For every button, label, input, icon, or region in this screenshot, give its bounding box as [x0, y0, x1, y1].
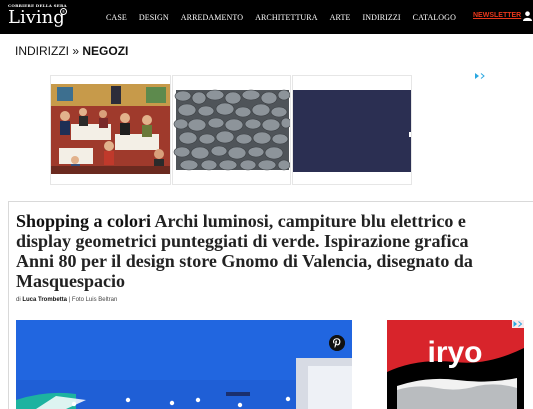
iryo-logo-text: iryo: [427, 336, 482, 369]
side-ad-iryo[interactable]: iryo: [387, 320, 524, 409]
breadcrumb-current: NEGOZI: [82, 44, 129, 58]
hero-photo[interactable]: [16, 320, 352, 409]
breadcrumb-parent-link[interactable]: INDIRIZZI: [15, 44, 69, 58]
nav-item-arte[interactable]: ARTE: [330, 13, 351, 22]
breadcrumb-separator: »: [72, 44, 80, 58]
author-link[interactable]: Luca Trombetta: [22, 297, 67, 303]
living-logo[interactable]: CORRIERE DELLA SERA Living ®: [8, 2, 70, 32]
nav-item-architettura[interactable]: ARCHITETTURA: [255, 13, 318, 22]
pebbles-photo-image: [173, 76, 290, 184]
nav-item-arredamento[interactable]: ARREDAMENTO: [181, 13, 243, 22]
side-adchoices-icon[interactable]: [512, 320, 524, 328]
adchoices-icon[interactable]: [474, 72, 486, 80]
headline-lead: Shopping a colori: [16, 211, 152, 231]
article-headline: Shopping a colori Archi luminosi, campit…: [16, 211, 496, 291]
registered-mark: ®: [60, 8, 67, 15]
newsletter-link[interactable]: NEWSLETTER: [473, 12, 521, 19]
user-icon[interactable]: [523, 11, 532, 21]
top-navigation-bar: CORRIERE DELLA SERA Living ® CASE DESIGN…: [0, 0, 533, 34]
nav-item-design[interactable]: DESIGN: [139, 13, 169, 22]
nav-item-indirizzi[interactable]: INDIRIZZI: [362, 13, 400, 22]
ad-panel-navy[interactable]: [292, 75, 412, 185]
main-menu: CASE DESIGN ARREDAMENTO ARCHITETTURA ART…: [106, 0, 468, 34]
ad-panel-pebbles[interactable]: [172, 75, 291, 185]
nav-item-case[interactable]: CASE: [106, 13, 127, 22]
store-interior-image: [16, 320, 352, 409]
pinterest-icon[interactable]: [329, 335, 345, 351]
restaurant-illustration-image: [51, 76, 170, 184]
navy-panel-image: [293, 76, 411, 184]
photo-credit: | Foto Luis Beltran: [67, 297, 118, 303]
breadcrumb: INDIRIZZI » NEGOZI: [15, 44, 128, 58]
iryo-ad-image: iryo: [387, 320, 524, 409]
article-byline: di Luca Trombetta | Foto Luis Beltran: [16, 297, 117, 303]
logo-wordmark: Living: [8, 7, 65, 28]
ad-panel-illustration[interactable]: [50, 75, 171, 185]
nav-item-catalogo[interactable]: CATALOGO: [413, 13, 456, 22]
